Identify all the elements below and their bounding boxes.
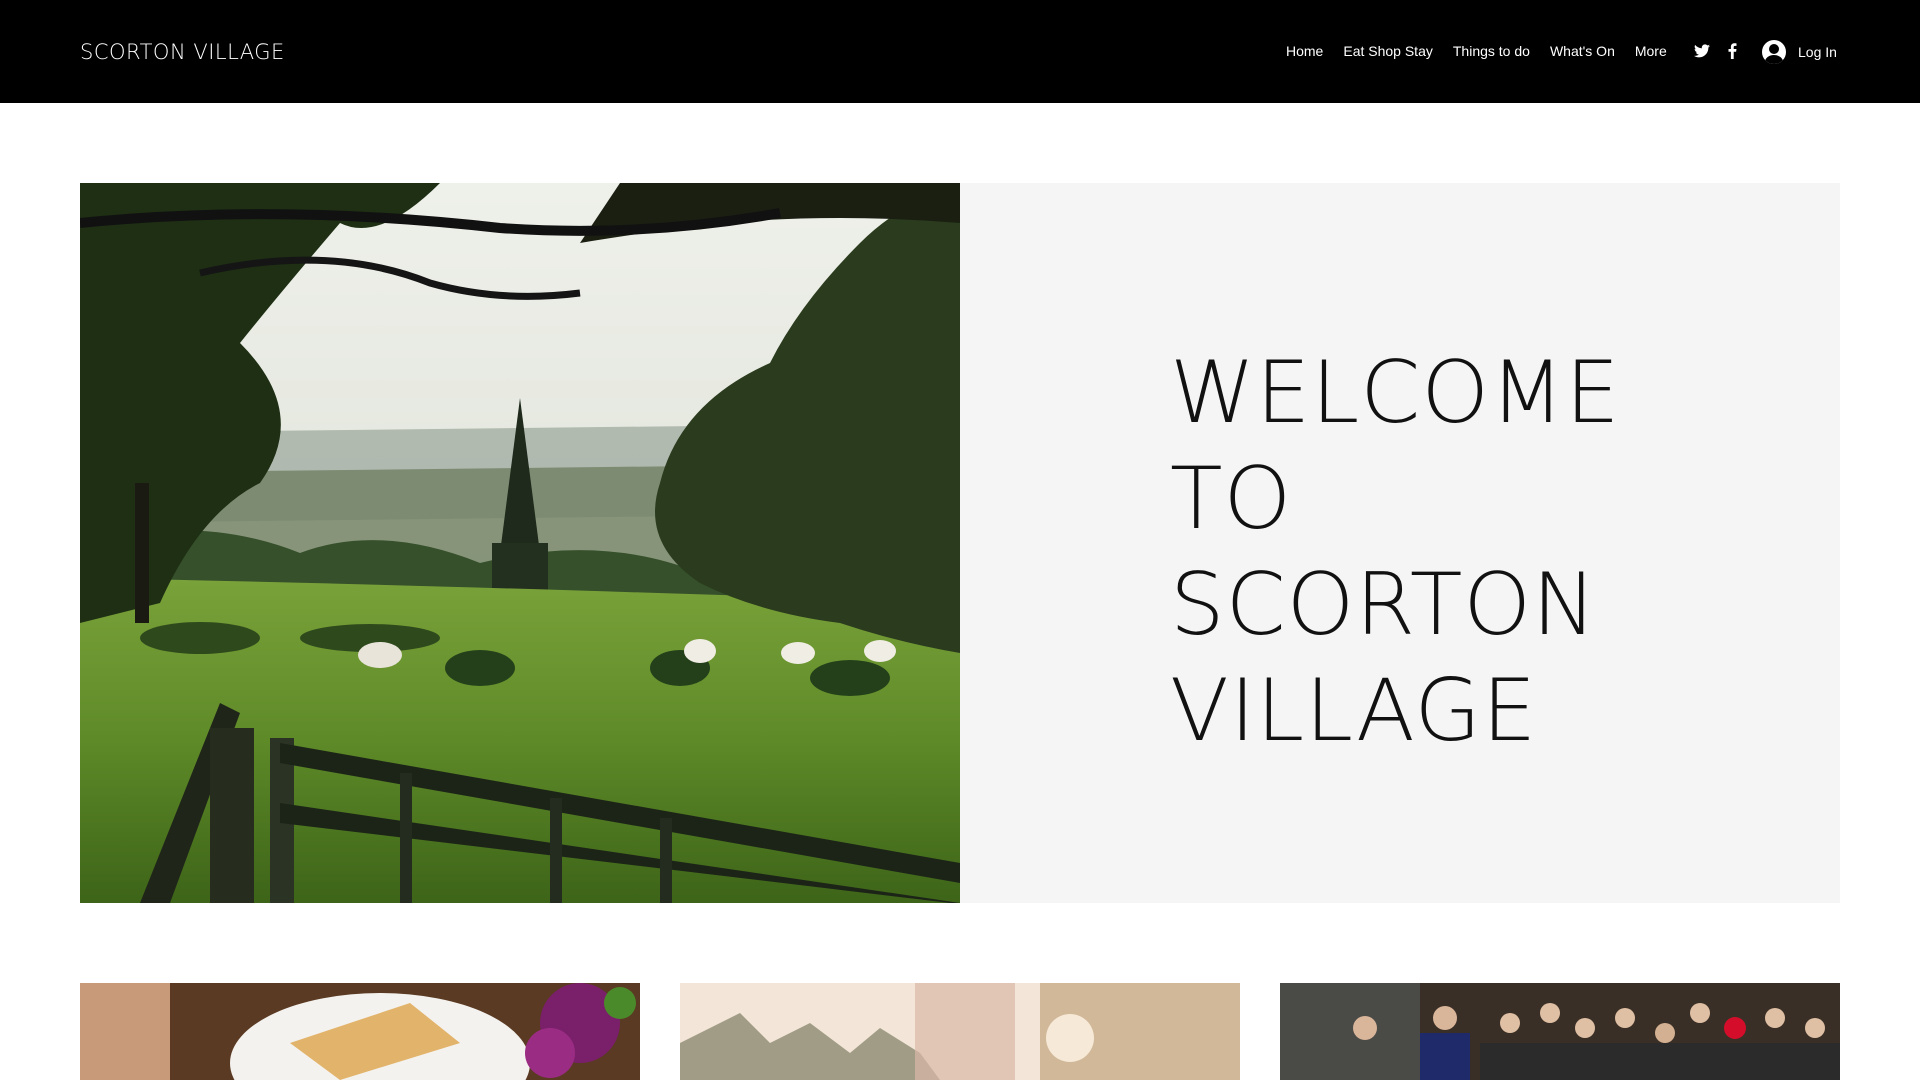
login-button[interactable]: Log In xyxy=(1762,40,1837,64)
facebook-icon[interactable] xyxy=(1723,42,1741,60)
card-outdoor[interactable] xyxy=(680,983,1240,1080)
nav-item-whats-on[interactable]: What's On xyxy=(1540,43,1625,59)
crowd-photo xyxy=(1280,983,1840,1080)
hero-image xyxy=(80,183,960,903)
hero-heading: WELCOME TO SCORTON VILLAGE xyxy=(1170,343,1621,761)
nav-item-eat-shop-stay[interactable]: Eat Shop Stay xyxy=(1333,43,1443,59)
avatar-icon xyxy=(1762,40,1786,64)
hero-panel: WELCOME TO SCORTON VILLAGE xyxy=(960,183,1840,903)
main-nav: Home Eat Shop Stay Things to do What's O… xyxy=(1276,43,1677,59)
outdoor-photo xyxy=(680,983,1240,1080)
social-bar xyxy=(1693,42,1741,60)
hero-section: WELCOME TO SCORTON VILLAGE xyxy=(80,183,1840,903)
login-label: Log In xyxy=(1798,44,1837,60)
twitter-icon[interactable] xyxy=(1693,42,1711,60)
nav-item-home[interactable]: Home xyxy=(1276,43,1333,59)
site-header: SCORTON VILLAGE Home Eat Shop Stay Thing… xyxy=(0,0,1920,103)
breakfast-photo xyxy=(80,983,640,1080)
card-breakfast[interactable] xyxy=(80,983,640,1080)
nav-item-more[interactable]: More xyxy=(1625,43,1677,59)
site-title[interactable]: SCORTON VILLAGE xyxy=(80,40,285,64)
card-crowd[interactable] xyxy=(1280,983,1840,1080)
nav-item-things-to-do[interactable]: Things to do xyxy=(1443,43,1540,59)
